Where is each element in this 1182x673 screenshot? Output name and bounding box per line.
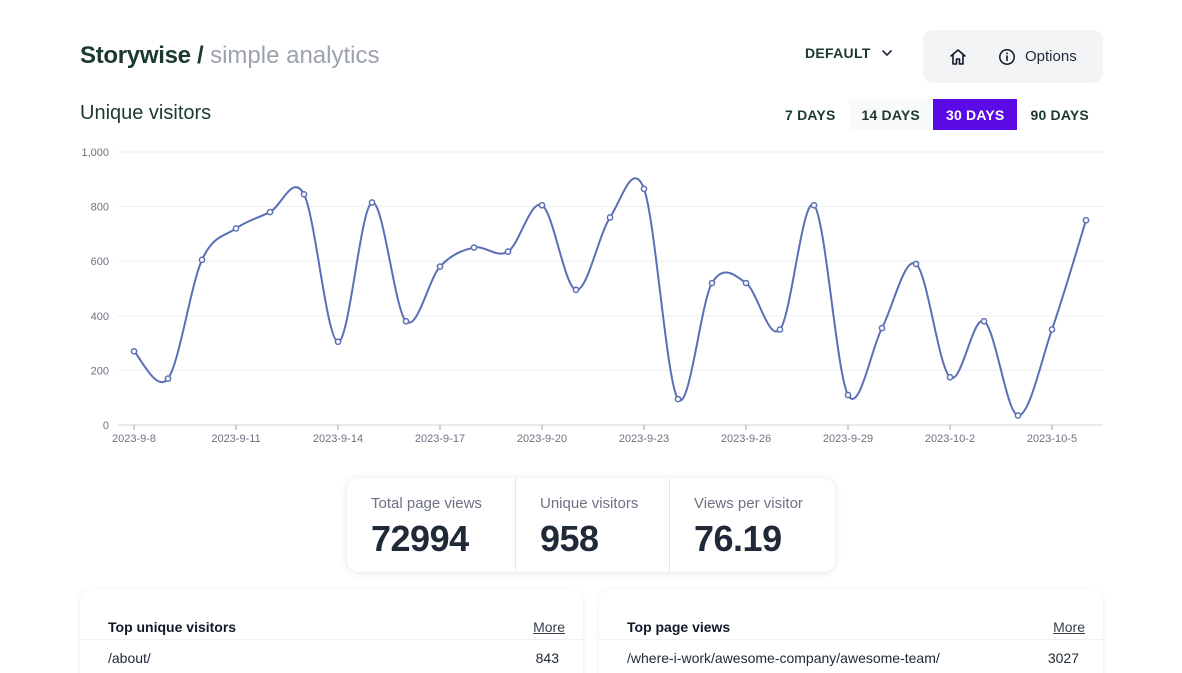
- data-point: [368, 199, 376, 206]
- data-point: [504, 248, 512, 255]
- brand-subtitle: simple analytics: [203, 42, 380, 69]
- data-point: [538, 201, 546, 209]
- data-point: [878, 324, 886, 332]
- environment-label: DEFAULT: [805, 45, 871, 61]
- data-point: [1048, 326, 1056, 333]
- data-point: [300, 190, 308, 198]
- y-tick-label: 600: [91, 256, 109, 268]
- data-point: [470, 244, 478, 251]
- options-button[interactable]: Options: [998, 48, 1077, 66]
- data-point: [266, 208, 274, 216]
- data-point: [912, 260, 920, 268]
- stat-value: 76.19: [694, 518, 782, 559]
- y-tick-label: 800: [91, 202, 109, 214]
- data-point: [640, 185, 648, 193]
- y-tick-label: 1,000: [81, 147, 109, 159]
- more-link[interactable]: More: [1053, 619, 1085, 635]
- info-icon: [999, 48, 1015, 65]
- x-tick-label: 2023-9-17: [415, 433, 465, 445]
- environment-select[interactable]: DEFAULT: [805, 45, 893, 61]
- data-point: [708, 279, 716, 287]
- x-tick-label: 2023-9-29: [823, 433, 873, 445]
- stat-unique-visitors: Unique visitors 958: [516, 478, 670, 572]
- page-path: /where-i-work/awesome-company/awesome-te…: [627, 650, 940, 666]
- options-label: Options: [1025, 48, 1077, 65]
- tab-30-days[interactable]: 30 DAYS: [932, 99, 1018, 130]
- x-tick-label: 2023-9-26: [721, 433, 771, 445]
- y-tick-label: 200: [91, 365, 109, 377]
- data-point: [776, 326, 784, 333]
- visitor-count: 843: [535, 650, 559, 666]
- x-tick-label: 2023-9-11: [211, 433, 260, 445]
- chevron-down-icon: [881, 50, 892, 56]
- top-unique-visitors-panel: Top unique visitors More /about/ 843: [80, 590, 583, 673]
- section-title: Unique visitors: [80, 102, 212, 124]
- data-point: [980, 317, 988, 325]
- data-point: [1014, 412, 1022, 419]
- x-tick-label: 2023-9-8: [112, 433, 156, 445]
- home-icon: [950, 48, 966, 65]
- data-point: [402, 317, 410, 325]
- data-point: [946, 373, 954, 381]
- data-point: [164, 375, 172, 382]
- top-page-views-panel: Top page views More /where-i-work/awesom…: [599, 590, 1103, 673]
- data-point: [742, 279, 750, 287]
- x-tick-label: 2023-9-14: [313, 433, 363, 445]
- stat-value: 72994: [371, 518, 469, 559]
- stat-label: Views per visitor: [694, 495, 803, 512]
- data-point: [130, 347, 138, 355]
- home-button[interactable]: [940, 39, 976, 75]
- list-item[interactable]: /about/ 843: [80, 640, 583, 666]
- stats-card: Total page views 72994 Unique visitors 9…: [347, 478, 835, 572]
- visitors-series-line: [133, 177, 1087, 417]
- stat-value: 958: [540, 518, 599, 559]
- y-tick-label: 0: [103, 420, 109, 432]
- panel-header: Top page views More: [599, 590, 1103, 640]
- tab-14-days[interactable]: 14 DAYS: [848, 99, 933, 130]
- nav-toolbar: Options: [923, 30, 1103, 83]
- tab-90-days[interactable]: 90 DAYS: [1017, 99, 1101, 130]
- data-point: [1082, 216, 1090, 224]
- page-path: /about/: [108, 650, 151, 666]
- stat-label: Total page views: [371, 495, 482, 512]
- x-tick-label: 2023-10-2: [925, 433, 975, 445]
- unique-visitors-chart: 0 200 400 600 800 1,000 2023-9-8 2023-9-11 2023-…: [81, 147, 1103, 445]
- brand-name: Storywise /: [80, 42, 204, 69]
- range-tabs: 7 DAYS 14 DAYS 30 DAYS 90 DAYS: [772, 99, 1102, 130]
- x-tick-label: 2023-9-23: [619, 433, 669, 445]
- more-link[interactable]: More: [533, 619, 565, 635]
- data-point: [334, 338, 342, 346]
- panel-title: Top page views: [627, 618, 731, 635]
- stat-total-page-views: Total page views 72994: [347, 478, 516, 572]
- stat-views-per-visitor: Views per visitor 76.19: [670, 478, 835, 572]
- data-point: [810, 201, 818, 209]
- panel-header: Top unique visitors More: [80, 590, 583, 640]
- x-tick-label: 2023-10-5: [1027, 433, 1077, 445]
- data-point: [572, 286, 580, 294]
- data-point: [436, 263, 444, 271]
- data-point: [232, 225, 240, 232]
- page-view-count: 3027: [1047, 650, 1079, 666]
- panel-title: Top unique visitors: [108, 618, 237, 635]
- tab-7-days[interactable]: 7 DAYS: [772, 99, 849, 130]
- brand: Storywise / simple analytics: [80, 42, 379, 70]
- y-tick-label: 400: [91, 311, 109, 323]
- data-point: [844, 391, 852, 399]
- list-item[interactable]: /where-i-work/awesome-company/awesome-te…: [599, 640, 1103, 666]
- header: Storywise / simple analytics DEFAULT Opt…: [80, 30, 1103, 83]
- data-point: [606, 214, 614, 221]
- stat-label: Unique visitors: [540, 495, 639, 512]
- data-point: [674, 395, 682, 403]
- x-tick-label: 2023-9-20: [517, 433, 567, 445]
- data-point: [198, 256, 206, 264]
